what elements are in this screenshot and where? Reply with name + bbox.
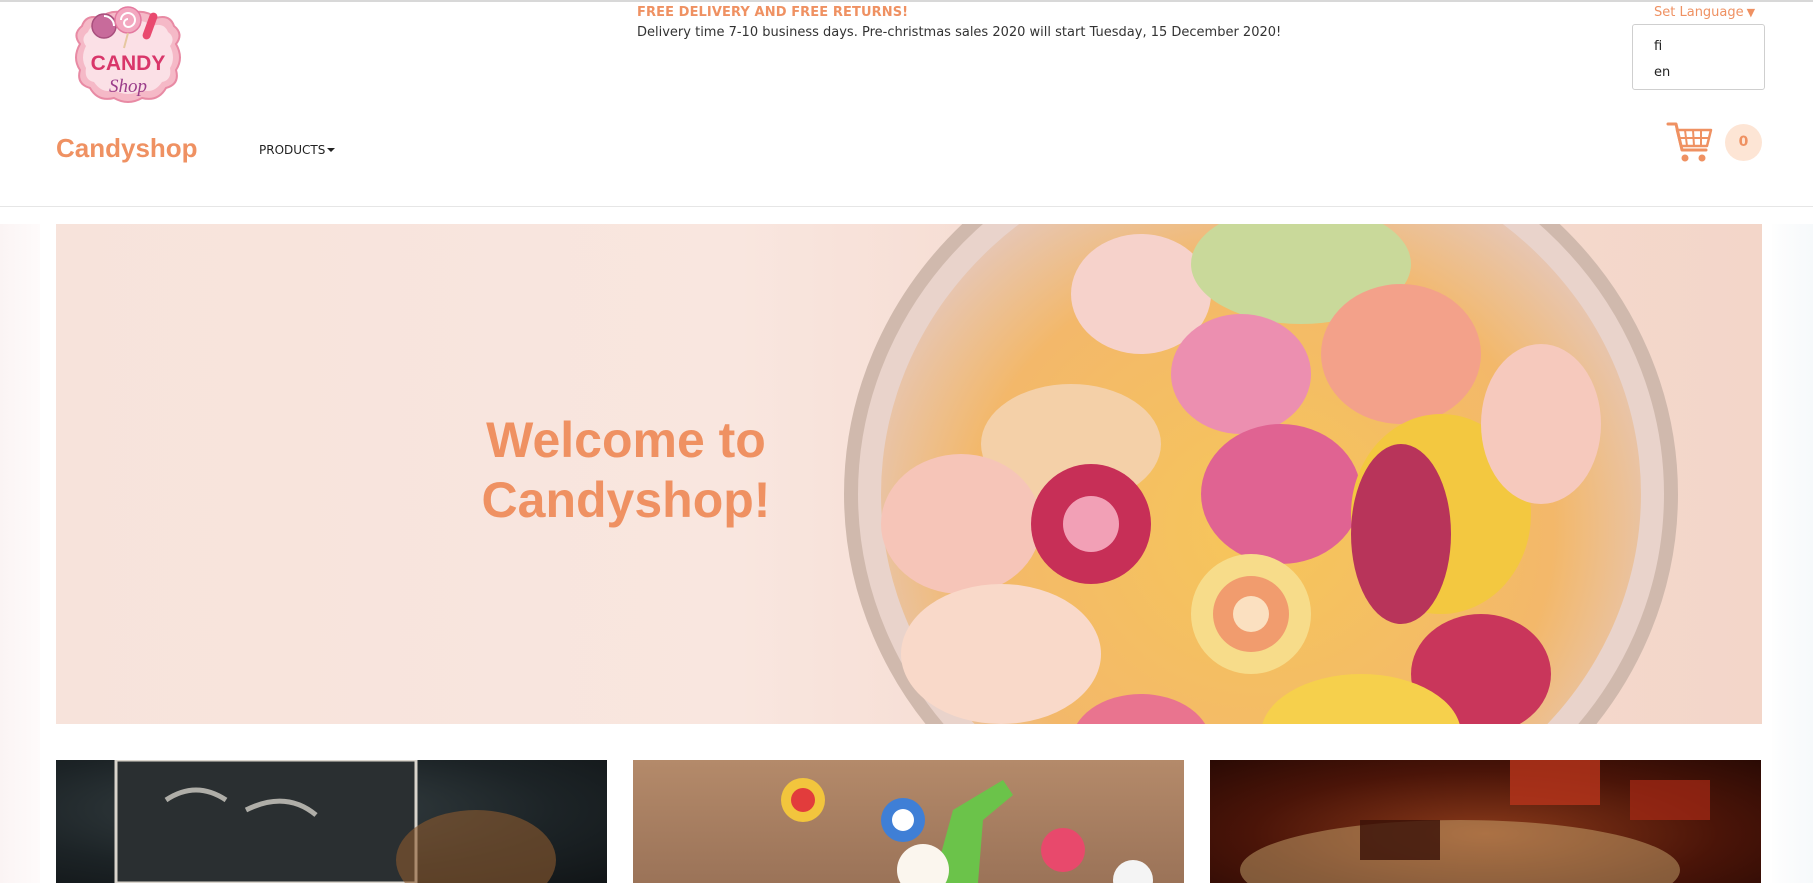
top-border [0, 0, 1813, 2]
caret-down-icon [327, 148, 336, 152]
category-image-3 [1240, 760, 1710, 883]
products-label: PRODUCTS [259, 143, 326, 157]
category-card-2[interactable] [633, 760, 1184, 883]
products-dropdown[interactable]: PRODUCTS [259, 143, 336, 157]
promo-banner: FREE DELIVERY AND FREE RETURNS! Delivery… [637, 5, 1281, 40]
promo-title: FREE DELIVERY AND FREE RETURNS! [637, 5, 909, 20]
candy-jar-image [844, 224, 1678, 724]
triangle-down-icon: ▼ [1746, 6, 1756, 19]
side-decoration-left [0, 224, 40, 883]
category-card-3[interactable] [1210, 760, 1761, 883]
category-card-1[interactable] [56, 760, 607, 883]
cart-icon[interactable] [1666, 118, 1714, 166]
set-language-toggle[interactable]: Set Language ▼ [1654, 5, 1755, 20]
candy-shop-logo[interactable]: CANDY Shop [66, 4, 190, 108]
category-image-2 [781, 778, 1153, 883]
header-divider [0, 206, 1813, 207]
language-option-fi[interactable]: fi [1633, 36, 1764, 62]
hero-banner: Welcome to Candyshop! [56, 224, 1762, 724]
set-language-label: Set Language [1654, 5, 1744, 20]
svg-text:CANDY: CANDY [91, 52, 166, 75]
language-option-en[interactable]: en [1633, 62, 1764, 88]
cart-count-badge[interactable]: 0 [1725, 124, 1762, 161]
promo-text: Delivery time 7-10 business days. Pre-ch… [637, 25, 1282, 40]
hero-title-line1: Welcome to [486, 412, 766, 468]
brand-link[interactable]: Candyshop [56, 133, 198, 164]
hero-title: Welcome to Candyshop! [446, 410, 806, 530]
language-menu: fi en [1632, 24, 1765, 90]
category-image-1 [114, 760, 556, 883]
svg-text:Shop: Shop [109, 76, 147, 97]
hero-title-line2: Candyshop! [481, 472, 771, 528]
side-decoration-right [1772, 224, 1813, 883]
